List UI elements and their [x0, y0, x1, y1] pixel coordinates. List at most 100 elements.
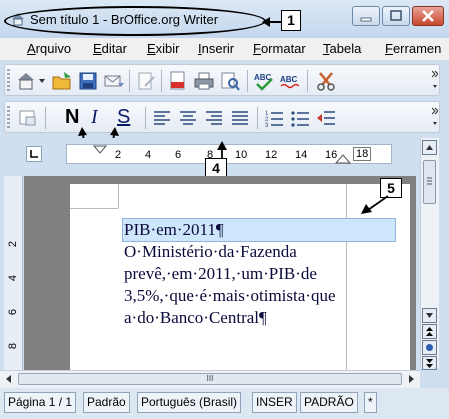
maximize-icon [390, 10, 402, 21]
callout-4: 4 [205, 158, 227, 178]
navigation-circle-icon [426, 344, 433, 351]
ruler-number: 12 [265, 149, 278, 161]
arrow-down-icon [426, 313, 433, 318]
minimize-button[interactable] [352, 6, 380, 26]
grip-lines-icon [427, 177, 432, 185]
double-down-arrow-icon [426, 359, 433, 368]
title-highlight-oval [4, 6, 266, 36]
document-heading[interactable]: PIB·em·2011¶ [124, 220, 224, 240]
horizontal-scroll-thumb[interactable]: III [18, 373, 402, 385]
scroll-thumb[interactable] [423, 160, 436, 204]
align-left-icon[interactable] [151, 107, 173, 129]
close-button[interactable] [412, 6, 444, 26]
vertical-ruler[interactable]: 2 4 6 8 [4, 176, 23, 370]
document-line[interactable]: a·do·Banco·Central¶ [124, 308, 267, 328]
edit-file-icon[interactable] [135, 70, 157, 92]
print-icon[interactable] [193, 70, 215, 92]
maximize-button[interactable] [382, 6, 410, 26]
menu-ferramentas[interactable]: Ferramen [385, 41, 441, 56]
arrow-left-icon[interactable] [4, 374, 14, 384]
callout-arrow-1 [262, 17, 282, 27]
new-dropdown-arrow-icon[interactable] [38, 77, 46, 85]
menu-editar[interactable]: Editar [93, 41, 127, 56]
vruler-number: 4 [7, 274, 20, 282]
document-line[interactable]: 3,5%,·que·é·mais·otimista·que [124, 286, 336, 306]
cut-scissors-icon[interactable] [315, 70, 337, 92]
menu-exibir[interactable]: Exibir [147, 41, 180, 56]
status-modified[interactable]: * [364, 392, 377, 413]
align-right-icon[interactable] [203, 107, 225, 129]
menu-tabela[interactable]: Tabela [323, 41, 361, 56]
document-line[interactable]: prevê,·em·2011,·um·PIB·de [124, 264, 317, 284]
margin-guide [70, 208, 118, 209]
status-style[interactable]: Padrão [83, 392, 130, 413]
document-line[interactable]: O·Ministério·da·Fazenda [124, 242, 297, 262]
ruler-number: 2 [115, 149, 122, 161]
right-indent-marker-icon[interactable] [335, 154, 351, 164]
toolbar-separator [247, 70, 248, 92]
status-selection-mode[interactable]: PADRÃO [300, 392, 358, 413]
close-icon [422, 10, 434, 22]
page-preview-icon[interactable] [219, 70, 241, 92]
decrease-indent-icon[interactable] [315, 107, 337, 129]
indent-marker-icon[interactable] [93, 145, 107, 155]
standard-toolbar: ABC ABC [4, 64, 440, 96]
styles-icon[interactable] [17, 107, 39, 129]
ruler-number: 4 [145, 149, 152, 161]
vruler-number: 8 [7, 342, 20, 350]
margin-guide [118, 184, 119, 208]
toolbar-overflow-icon[interactable] [432, 69, 438, 91]
svg-text:ABC: ABC [280, 75, 298, 84]
toolbar-grip[interactable] [7, 69, 10, 91]
horizontal-scrollbar[interactable]: III [0, 370, 420, 388]
menu-bar: Arquivo Editar Exibir Inserir Formatar T… [0, 38, 449, 60]
previous-page-button[interactable] [422, 324, 437, 339]
margin-guide [346, 184, 347, 370]
export-pdf-icon[interactable] [167, 70, 189, 92]
autospellcheck-icon[interactable]: ABC [279, 70, 301, 92]
scroll-down-button[interactable] [422, 308, 437, 323]
toolbar-overflow-icon[interactable] [432, 106, 438, 128]
status-bar: Página 1 / 1 Padrão Português (Brasil) I… [0, 388, 449, 419]
menu-formatar[interactable]: Formatar [253, 41, 306, 56]
vruler-number: 6 [7, 308, 20, 316]
vertical-scrollbar[interactable] [420, 138, 439, 370]
toolbar-separator [161, 70, 162, 92]
callout-1: 1 [281, 10, 301, 31]
navigator-button[interactable] [422, 340, 437, 355]
tab-stop-selector[interactable] [26, 146, 42, 162]
status-language[interactable]: Português (Brasil) [137, 392, 242, 413]
arrow-up-icon [426, 145, 433, 150]
align-center-icon[interactable] [177, 107, 199, 129]
save-icon[interactable] [77, 70, 99, 92]
scroll-up-button[interactable] [422, 140, 437, 155]
open-folder-icon[interactable] [51, 70, 73, 92]
double-up-arrow-icon [426, 327, 433, 336]
vruler-number: 2 [7, 240, 20, 248]
arrow-right-icon[interactable] [406, 374, 416, 384]
numbered-list-icon[interactable]: 123 [263, 107, 285, 129]
svg-text:3: 3 [265, 123, 269, 129]
toolbar-separator [45, 107, 46, 129]
ruler-number: 14 [295, 149, 308, 161]
spellcheck-icon[interactable]: ABC [253, 70, 275, 92]
minimize-icon [360, 17, 372, 22]
new-document-icon[interactable] [15, 70, 37, 92]
status-page[interactable]: Página 1 / 1 [4, 392, 77, 413]
status-insert-mode[interactable]: INSER [252, 392, 297, 413]
ruler-number: 10 [235, 149, 248, 161]
toolbar-grip[interactable] [7, 106, 10, 128]
justify-icon[interactable] [229, 107, 251, 129]
ruler-number: 6 [175, 149, 182, 161]
toolbar-separator [257, 107, 258, 129]
toolbar-separator [307, 70, 308, 92]
email-icon[interactable] [103, 70, 125, 92]
bullet-list-icon[interactable] [289, 107, 311, 129]
writer-window: Sem título 1 - BrOffice.org Writer 1 Arq… [0, 0, 449, 419]
tab-left-icon [30, 150, 38, 158]
next-page-button[interactable] [422, 356, 437, 370]
callout-arrow-5 [361, 195, 389, 214]
toolbar-separator [129, 70, 130, 92]
menu-inserir[interactable]: Inserir [198, 41, 234, 56]
menu-arquivo[interactable]: Arquivo [27, 41, 71, 56]
